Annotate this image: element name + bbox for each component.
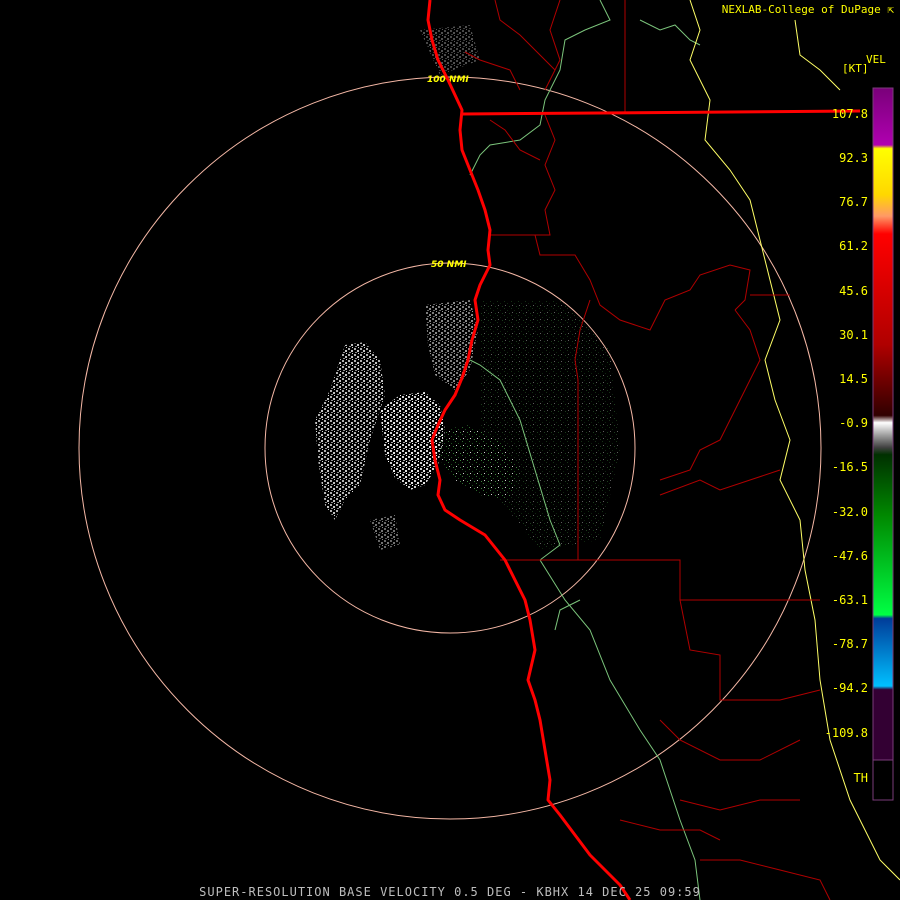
legend-tick: -16.5 [831, 460, 868, 474]
state-border-north [794, 19, 841, 91]
product-footer: SUPER-RESOLUTION BASE VELOCITY 0.5 DEG -… [199, 885, 701, 899]
unit-label: [KT] [842, 62, 869, 75]
legend-tick: 61.2 [839, 239, 868, 253]
legend-tick: 107.8 [831, 107, 868, 121]
legend-tick: 45.6 [839, 284, 868, 298]
legend-tick: -32.0 [831, 505, 868, 519]
river-klamath [639, 19, 701, 46]
legend-tick: -63.1 [831, 593, 868, 607]
state-borders [689, 0, 900, 881]
legend-tick: 76.7 [839, 195, 868, 209]
legend-tick: 14.5 [839, 372, 868, 386]
echo-west-cluster [315, 342, 385, 520]
county-line-13 [619, 819, 721, 841]
radar-map: 50 NMI 100 NMI [78, 0, 900, 900]
credit-text: NEXLAB-College of DuPage [721, 3, 881, 16]
echo-east-scatter [480, 300, 620, 550]
legend-tick: 30.1 [839, 328, 868, 342]
county-line-15 [489, 119, 541, 161]
echo-main-cluster [380, 392, 445, 490]
legend-tick: -47.6 [831, 549, 868, 563]
river-north [469, 0, 611, 176]
county-line-3 [490, 114, 556, 236]
county-line-16 [544, 0, 561, 91]
state-line-or-ca [461, 109, 861, 116]
legend-tick: 92.3 [839, 151, 868, 165]
cursor-arrow-icon: ⇱ [880, 3, 894, 16]
echo-south-scatter [370, 515, 400, 550]
river-east [554, 599, 581, 631]
river-south [539, 559, 701, 900]
legend-tick: -78.7 [831, 637, 868, 651]
county-line-10 [659, 309, 761, 481]
legend-tick: -0.9 [839, 416, 868, 430]
county-line-12 [679, 799, 800, 811]
county-line-11 [659, 719, 801, 761]
legend-tick: TH [853, 771, 868, 785]
county-line-1 [494, 0, 556, 71]
legend-colorbar [872, 87, 894, 801]
credit-label: NEXLAB-College of DuPage ⇱ [722, 3, 894, 16]
legend-tick: -109.8 [824, 726, 868, 740]
legend-tick: -94.2 [831, 681, 868, 695]
velocity-legend [872, 87, 894, 801]
product-label: VEL [866, 53, 886, 66]
county-line-6 [500, 559, 821, 701]
ring-label-50: 50 NMI [431, 260, 467, 270]
radar-echoes [315, 25, 620, 550]
legend-range-folded [872, 759, 894, 801]
state-border-east [689, 0, 900, 881]
